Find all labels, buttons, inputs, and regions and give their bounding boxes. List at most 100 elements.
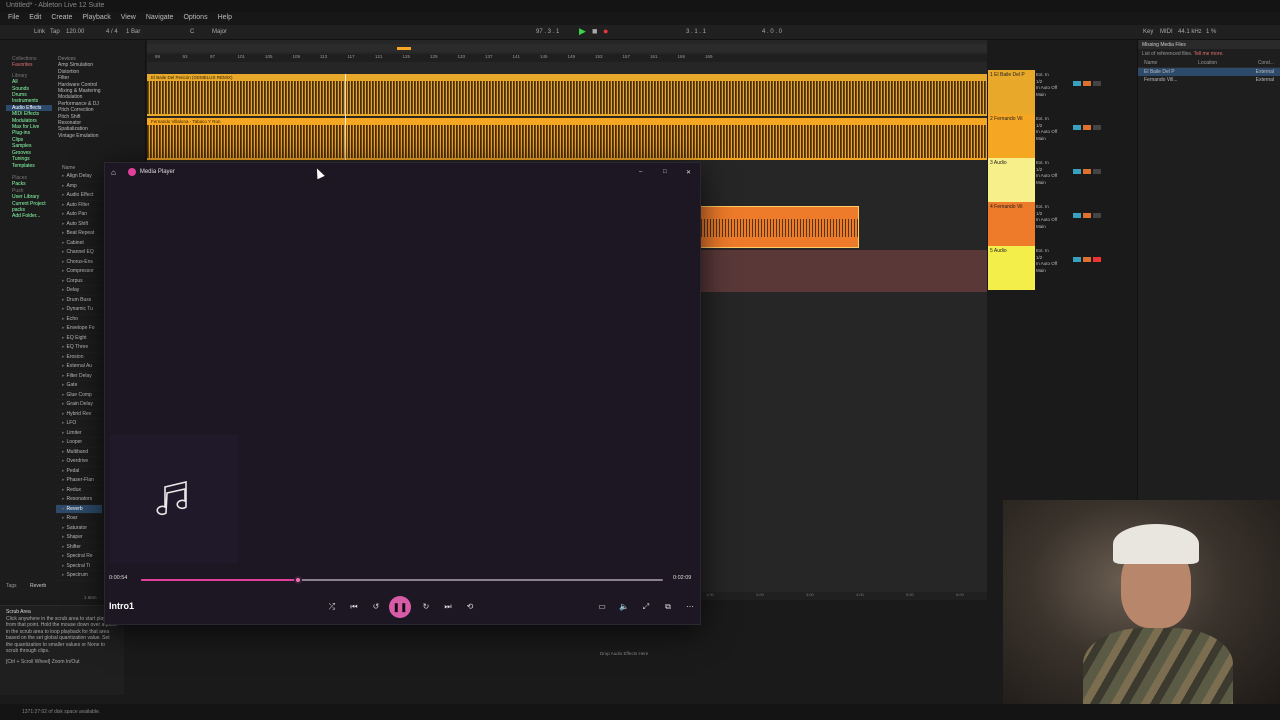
device-item[interactable]: Drum Buss bbox=[56, 296, 102, 305]
menu-navigate[interactable]: Navigate bbox=[146, 14, 174, 23]
menu-options[interactable]: Options bbox=[183, 14, 207, 23]
device-item[interactable]: Glue Comp bbox=[56, 391, 102, 400]
device-item[interactable]: Audio Effect bbox=[56, 191, 102, 201]
device-item[interactable]: Limiter bbox=[56, 429, 102, 438]
col-location[interactable]: Location bbox=[1198, 60, 1217, 66]
device-item[interactable]: Beat Repeat bbox=[56, 229, 102, 239]
device-item[interactable]: LFO bbox=[56, 419, 102, 429]
file-row[interactable]: Fernando Vill... External bbox=[1138, 76, 1280, 84]
device-item[interactable]: Spectrum bbox=[56, 571, 102, 581]
device-item[interactable]: Looper bbox=[56, 438, 102, 448]
track-header[interactable]: 2 Fernando Vil Ext. In 1/2 In Auto Off M… bbox=[988, 114, 1133, 158]
tell-me-more-link[interactable]: Tell me more. bbox=[1194, 51, 1224, 57]
home-icon[interactable]: ⌂ bbox=[111, 168, 116, 177]
more-options-icon[interactable]: ⋯ bbox=[683, 600, 697, 614]
track-buttons[interactable] bbox=[1072, 206, 1117, 236]
device-item[interactable]: Auto Filter bbox=[56, 201, 102, 210]
device-item[interactable]: Shaper bbox=[56, 533, 102, 543]
fullscreen-icon[interactable]: ⤢ bbox=[639, 600, 653, 614]
menu-view[interactable]: View bbox=[121, 14, 136, 23]
device-item[interactable]: Cabinet bbox=[56, 239, 102, 248]
category-item[interactable]: Templates bbox=[6, 163, 52, 169]
rewind-icon[interactable]: ↺ bbox=[369, 600, 383, 614]
device-item[interactable]: Amp bbox=[56, 182, 102, 191]
seek-track[interactable] bbox=[141, 576, 663, 584]
device-item[interactable]: Compressor bbox=[56, 267, 102, 277]
seek-thumb[interactable] bbox=[293, 576, 302, 584]
device-item[interactable]: Spectral Re bbox=[56, 552, 102, 562]
device-item[interactable]: Overdrive bbox=[56, 457, 102, 467]
quantize-menu[interactable]: 1 Bar bbox=[126, 29, 140, 35]
device-item[interactable]: EQ Three bbox=[56, 343, 102, 353]
play-icon[interactable]: ▶ bbox=[579, 26, 586, 37]
stop-icon[interactable]: ■ bbox=[592, 26, 597, 36]
menu-file[interactable]: File bbox=[8, 14, 19, 23]
track-buttons[interactable] bbox=[1072, 162, 1117, 192]
close-icon[interactable]: ✕ bbox=[686, 169, 691, 176]
scrub-area[interactable] bbox=[147, 44, 987, 52]
minimize-icon[interactable]: – bbox=[639, 169, 642, 175]
next-icon[interactable]: ⏭ bbox=[441, 600, 455, 614]
add-folder-item[interactable]: Add Folder... bbox=[6, 213, 52, 219]
output-type[interactable]: Main bbox=[1036, 180, 1066, 187]
track-header[interactable]: 3 Audio Ext. In 1/2 In Auto Off Main bbox=[988, 158, 1133, 202]
output-type[interactable]: Main bbox=[1036, 268, 1066, 275]
device-item[interactable]: Echo bbox=[56, 315, 102, 324]
device-item[interactable]: Chorus-Ens bbox=[56, 258, 102, 267]
track-buttons[interactable] bbox=[1072, 118, 1117, 148]
device-item[interactable]: Gate bbox=[56, 381, 102, 391]
device-item[interactable]: Align Delay bbox=[56, 172, 102, 182]
track-header[interactable]: 4 Fernando Vil Ext. In 1/2 In Auto Off M… bbox=[988, 202, 1133, 246]
menu-help[interactable]: Help bbox=[218, 14, 232, 23]
tempo-field[interactable]: 120.00 bbox=[66, 29, 84, 35]
device-item[interactable]: Erosion bbox=[56, 353, 102, 362]
output-type[interactable]: Main bbox=[1036, 136, 1066, 143]
shuffle-icon[interactable]: ⤮ bbox=[325, 600, 339, 614]
song-position-field[interactable]: 97 . 3 . 1 bbox=[536, 29, 559, 35]
track-name[interactable]: 1 El Baile Del P bbox=[988, 70, 1035, 114]
media-player-titlebar[interactable]: ⌂ Media Player – □ ✕ bbox=[105, 163, 700, 181]
drop-effects-hint[interactable]: Drop Audio Effects Here bbox=[600, 651, 648, 656]
tap-button[interactable]: Tap bbox=[50, 29, 60, 35]
output-type[interactable]: Main bbox=[1036, 92, 1066, 99]
col-name[interactable]: Name bbox=[1144, 60, 1157, 66]
device-item[interactable]: Redux bbox=[56, 486, 102, 495]
track-name[interactable]: 4 Fernando Vil bbox=[988, 202, 1035, 246]
seek-bar[interactable]: 0:00:54 0:02:09 bbox=[105, 571, 700, 587]
device-item[interactable]: Shifter bbox=[56, 543, 102, 552]
track-name[interactable]: 5 Audio bbox=[988, 246, 1035, 290]
track-buttons[interactable] bbox=[1072, 250, 1117, 280]
col-cond[interactable]: Cond... bbox=[1258, 60, 1274, 66]
device-item[interactable]: Delay bbox=[56, 286, 102, 296]
device-item[interactable]: Corpus bbox=[56, 277, 102, 286]
device-item[interactable]: Hybrid Rev bbox=[56, 410, 102, 419]
favorites-item[interactable]: Favorites bbox=[6, 62, 52, 68]
file-row[interactable]: El Baile Del P External bbox=[1138, 68, 1280, 76]
device-item[interactable]: EQ Eight bbox=[56, 334, 102, 343]
device-item[interactable]: Multiband bbox=[56, 448, 102, 457]
device-item[interactable]: External Au bbox=[56, 362, 102, 372]
place-item[interactable]: Current Project bbox=[6, 201, 52, 207]
device-item[interactable]: Pedal bbox=[56, 467, 102, 476]
beat-time-ruler[interactable]: 89 93 97 101 105 109 113 117 121 125 129 133 137 141 1… bbox=[147, 54, 987, 62]
track-header[interactable]: 5 Audio Ext. In 1/2 In Auto Off Main bbox=[988, 246, 1133, 290]
device-item[interactable]: Spectral Ti bbox=[56, 562, 102, 571]
device-item[interactable]: Reverb bbox=[56, 504, 102, 514]
mini-player-icon[interactable]: ⧉ bbox=[661, 600, 675, 614]
loop-start-field[interactable]: 3 . 1 . 1 bbox=[686, 29, 706, 35]
menu-edit[interactable]: Edit bbox=[29, 14, 41, 23]
device-item[interactable]: Roar bbox=[56, 514, 102, 524]
device-item[interactable]: Channel EQ bbox=[56, 248, 102, 258]
media-player-window[interactable]: ⌂ Media Player – □ ✕ 0:00:54 0:02:09 Int… bbox=[104, 162, 701, 625]
forward-icon[interactable]: ↻ bbox=[419, 600, 433, 614]
record-icon[interactable]: ● bbox=[603, 26, 608, 36]
device-item[interactable]: Envelope Fo bbox=[56, 324, 102, 334]
track-name[interactable]: 2 Fernando Vil bbox=[988, 114, 1035, 158]
device-item[interactable]: Auto Pan bbox=[56, 210, 102, 220]
filter-tag[interactable]: Vintage Emulation bbox=[58, 133, 144, 139]
scale-field[interactable]: Major bbox=[212, 29, 227, 35]
audio-clip[interactable]: Fernando Villalona - Tabaco Y Ron bbox=[147, 118, 987, 160]
device-item[interactable]: Grain Delay bbox=[56, 400, 102, 410]
audio-clip[interactable]: El Baile Del Pericón (GEMELUS REMIX) bbox=[147, 74, 987, 116]
maximize-icon[interactable]: □ bbox=[663, 169, 667, 175]
